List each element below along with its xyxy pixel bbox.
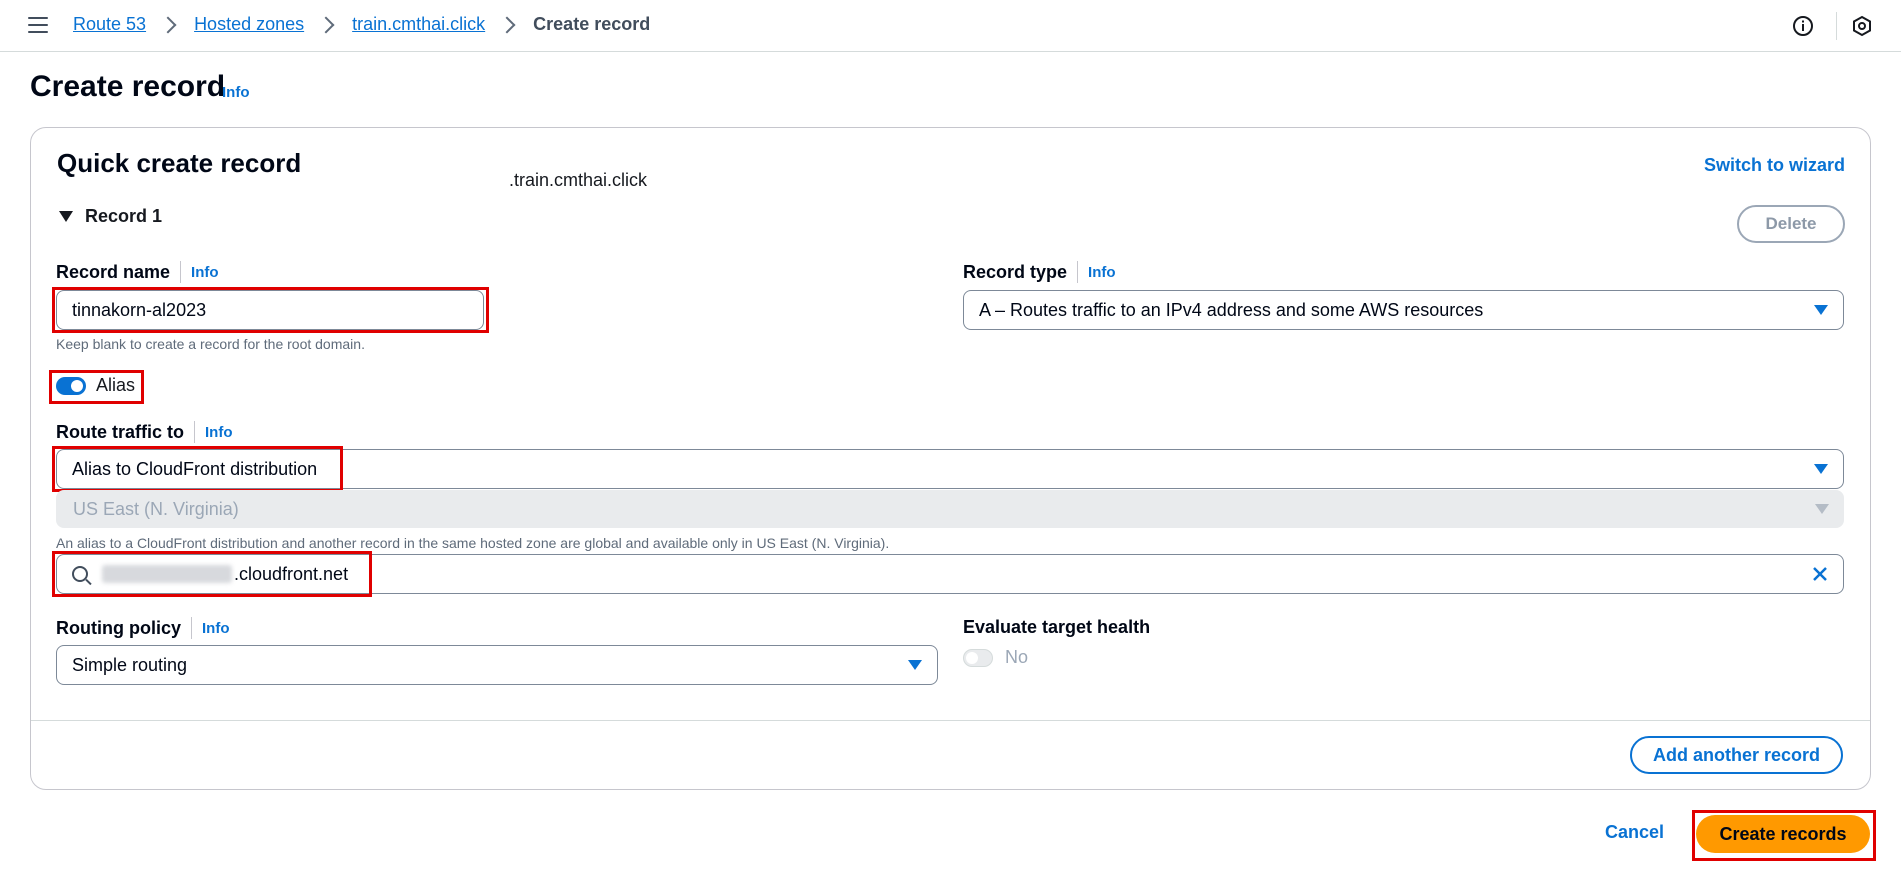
caret-down-icon: [908, 660, 922, 670]
record-name-hint: Keep blank to create a record for the ro…: [56, 336, 365, 352]
route-traffic-label-text: Route traffic to: [56, 421, 184, 442]
routing-policy-select[interactable]: Simple routing: [56, 645, 938, 685]
record-type-label-text: Record type: [963, 261, 1068, 282]
record-name-label: Record name Info: [56, 261, 219, 283]
hamburger-icon[interactable]: [28, 17, 48, 33]
page-info-link[interactable]: Info: [222, 84, 250, 101]
panel-title: Quick create record: [57, 148, 302, 178]
endpoint-value: Alias to CloudFront distribution: [72, 458, 318, 479]
routing-policy-info-link[interactable]: Info: [202, 620, 230, 637]
record-section-label: Record 1: [85, 206, 163, 226]
region-select: US East (N. Virginia): [56, 490, 1844, 528]
toggle-switch-on: [56, 376, 86, 395]
record-name-info-link[interactable]: Info: [191, 264, 219, 281]
caret-down-icon: [1814, 305, 1828, 315]
label-divider: [1077, 261, 1079, 283]
breadcrumb-route53[interactable]: Route 53: [73, 14, 146, 35]
region-value: US East (N. Virginia): [73, 498, 239, 519]
evaluate-health-toggle: No: [963, 647, 1028, 668]
routing-policy-label-text: Routing policy: [56, 617, 181, 638]
caret-down-icon: [1814, 464, 1828, 474]
panel-divider: [31, 720, 1870, 721]
add-another-record-button[interactable]: Add another record: [1630, 736, 1843, 774]
top-navigation-bar: Route 53 Hosted zones train.cmthai.click…: [0, 0, 1901, 52]
evaluate-health-label: Evaluate target health: [963, 617, 1151, 637]
chevron-right-icon: [159, 16, 177, 33]
switch-to-wizard-button[interactable]: Switch to wizard: [1704, 155, 1845, 176]
hexagon-settings-icon[interactable]: [1851, 15, 1873, 37]
record-type-label: Record type Info: [963, 261, 1116, 283]
record-name-input[interactable]: tinnakorn-al2023: [56, 290, 484, 330]
search-icon: [72, 566, 88, 582]
alias-hint: An alias to a CloudFront distribution an…: [56, 535, 890, 551]
record-name-label-text: Record name: [56, 261, 171, 282]
record-type-select[interactable]: A – Routes traffic to an IPv4 address an…: [963, 290, 1844, 330]
record-type-info-link[interactable]: Info: [1088, 264, 1116, 281]
cloudfront-target-input[interactable]: .cloudfront.net: [56, 554, 1844, 594]
routing-policy-label: Routing policy Info: [56, 617, 230, 639]
alias-label: Alias: [96, 375, 136, 395]
page-title: Create record: [30, 70, 226, 103]
top-divider: [1836, 12, 1837, 40]
chevron-right-icon: [498, 16, 516, 33]
create-records-button[interactable]: Create records: [1696, 815, 1870, 853]
close-icon[interactable]: [1811, 565, 1829, 583]
info-circle-icon[interactable]: [1792, 15, 1814, 37]
caret-down-icon: [59, 211, 73, 222]
label-divider: [194, 421, 195, 443]
breadcrumb-hosted-zones[interactable]: Hosted zones: [194, 14, 304, 35]
record-section-toggle[interactable]: Record 1: [59, 206, 162, 227]
delete-button[interactable]: Delete: [1737, 205, 1845, 243]
redacted-distribution-id: [102, 565, 232, 583]
toggle-switch-off: [963, 648, 993, 667]
label-divider: [191, 617, 192, 639]
route-traffic-label: Route traffic to Info: [56, 421, 233, 443]
target-suffix: .cloudfront.net: [234, 563, 349, 584]
caret-down-icon: [1815, 504, 1829, 514]
route-traffic-info-link[interactable]: Info: [205, 424, 233, 441]
breadcrumb: Route 53 Hosted zones train.cmthai.click…: [73, 14, 650, 35]
record-type-value: A – Routes traffic to an IPv4 address an…: [979, 299, 1484, 320]
cancel-button[interactable]: Cancel: [1605, 822, 1664, 843]
breadcrumb-current: Create record: [533, 14, 651, 34]
label-divider: [180, 261, 182, 283]
breadcrumb-zone[interactable]: train.cmthai.click: [352, 14, 485, 35]
alias-toggle[interactable]: Alias: [56, 375, 135, 396]
chevron-right-icon: [317, 16, 335, 33]
routing-policy-value: Simple routing: [72, 654, 188, 675]
record-name-suffix: .train.cmthai.click: [509, 170, 648, 190]
evaluate-health-value: No: [1005, 647, 1029, 667]
endpoint-select[interactable]: Alias to CloudFront distribution: [56, 449, 1844, 489]
